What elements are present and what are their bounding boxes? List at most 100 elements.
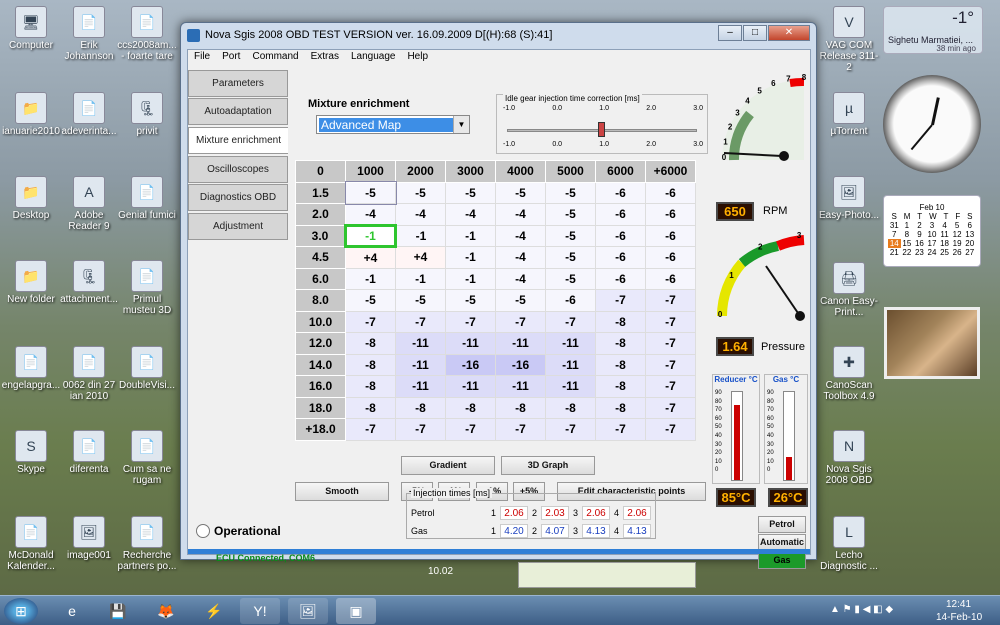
desktop-icon[interactable]: 📄 McDonald Kalender... bbox=[0, 516, 62, 572]
map-cell[interactable]: -4 bbox=[495, 246, 546, 269]
map-cell[interactable]: -5 bbox=[395, 289, 446, 312]
gradient-button[interactable]: Gradient bbox=[401, 456, 495, 475]
ie-taskbar-icon[interactable]: e bbox=[52, 598, 92, 624]
desktop-icon[interactable]: 📄 diferenta bbox=[58, 430, 120, 475]
gas-mode-button[interactable]: Gas bbox=[758, 552, 806, 569]
calendar-day[interactable]: 10 bbox=[926, 230, 939, 239]
map-cell[interactable]: -7 bbox=[645, 310, 696, 333]
map-cell[interactable]: -7 bbox=[645, 375, 696, 398]
calendar-day[interactable]: 14 bbox=[888, 239, 901, 248]
map-cell[interactable]: -6 bbox=[595, 267, 646, 290]
calendar-day[interactable]: 1 bbox=[901, 221, 914, 230]
tab-mixture-enrichment[interactable]: Mixture enrichment bbox=[188, 127, 288, 154]
map-cell[interactable]: -11 bbox=[545, 332, 596, 355]
calendar-day[interactable]: 3 bbox=[926, 221, 939, 230]
map-cell[interactable]: -11 bbox=[545, 353, 596, 376]
map-cell[interactable]: -1 bbox=[344, 223, 397, 248]
map-cell[interactable]: -1 bbox=[445, 267, 496, 290]
map-cell[interactable]: -1 bbox=[345, 267, 396, 290]
weather-gadget[interactable]: -1° Sighetu Marmatiei, ... 38 min ago bbox=[883, 6, 983, 54]
desktop-icon[interactable]: 📄 DoubleVisi... bbox=[116, 346, 178, 391]
map-cell[interactable]: -5 bbox=[545, 267, 596, 290]
map-cell[interactable]: -7 bbox=[345, 310, 396, 333]
map-cell[interactable]: -11 bbox=[395, 353, 446, 376]
desktop-icon[interactable]: ✚ CanoScan Toolbox 4.9 bbox=[818, 346, 880, 402]
tool-taskbar-icon[interactable]: ⚡ bbox=[194, 598, 234, 624]
save-taskbar-icon[interactable]: 💾 bbox=[98, 598, 138, 624]
calendar-day[interactable]: 24 bbox=[926, 248, 939, 257]
calendar-gadget[interactable]: Feb 10 SMTWTFS 31 1 2 3 4 5 6 7 8 9 10 11 12 13 14 15 16… bbox=[883, 195, 981, 267]
map-cell[interactable]: -7 bbox=[645, 289, 696, 312]
map-cell[interactable]: -5 bbox=[445, 181, 496, 204]
map-cell[interactable]: -8 bbox=[595, 353, 646, 376]
calendar-day[interactable]: 27 bbox=[963, 248, 976, 257]
map-cell[interactable]: -16 bbox=[495, 353, 546, 376]
tab-oscilloscopes[interactable]: Oscilloscopes bbox=[188, 156, 288, 183]
map-cell[interactable]: -8 bbox=[595, 396, 646, 419]
desktop-icon[interactable]: 📄 ccs2008am... - foarte tare bbox=[116, 6, 178, 62]
tab-diagnostics-obd[interactable]: Diagnostics OBD bbox=[188, 184, 288, 211]
calendar-day[interactable]: 16 bbox=[913, 239, 926, 248]
calendar-day[interactable]: 2 bbox=[913, 221, 926, 230]
map-cell[interactable]: -11 bbox=[395, 332, 446, 355]
calendar-day[interactable]: 12 bbox=[951, 230, 964, 239]
desktop-icon[interactable]: 📁 New folder bbox=[0, 260, 62, 305]
map-cell[interactable]: -5 bbox=[345, 289, 396, 312]
calendar-day[interactable]: 23 bbox=[913, 248, 926, 257]
desktop-icon[interactable]: 🗜 attachment... bbox=[58, 260, 120, 305]
map-cell[interactable]: -7 bbox=[595, 289, 646, 312]
yahoo-taskbar-icon[interactable]: Y! bbox=[240, 598, 280, 624]
calendar-day[interactable]: 19 bbox=[951, 239, 964, 248]
calendar-day[interactable]: 21 bbox=[888, 248, 901, 257]
map-cell[interactable]: -11 bbox=[395, 375, 446, 398]
map-cell[interactable]: -5 bbox=[495, 289, 546, 312]
calendar-day[interactable]: 20 bbox=[963, 239, 976, 248]
map-cell[interactable]: -7 bbox=[395, 418, 446, 441]
map-cell[interactable]: -6 bbox=[595, 181, 646, 204]
picture-taskbar-icon[interactable]: 🖼 bbox=[288, 598, 328, 624]
map-cell[interactable]: -1 bbox=[445, 224, 496, 247]
desktop-icon[interactable]: 🖥 Computer bbox=[0, 6, 62, 51]
map-cell[interactable]: +4 bbox=[345, 246, 396, 269]
map-cell[interactable]: +4 bbox=[395, 246, 446, 269]
desktop-icon[interactable]: 📄 Genial fumici bbox=[116, 176, 178, 221]
calendar-day[interactable]: 13 bbox=[963, 230, 976, 239]
map-cell[interactable]: -5 bbox=[344, 181, 397, 205]
map-cell[interactable]: -11 bbox=[495, 375, 546, 398]
map-cell[interactable]: -7 bbox=[545, 418, 596, 441]
map-cell[interactable]: -8 bbox=[595, 310, 646, 333]
title-bar[interactable]: Nova Sgis 2008 OBD TEST VERSION ver. 16.… bbox=[181, 23, 816, 49]
calendar-day[interactable]: 22 bbox=[901, 248, 914, 257]
map-cell[interactable]: -8 bbox=[495, 396, 546, 419]
calendar-day[interactable]: 25 bbox=[938, 248, 951, 257]
desktop-icon[interactable]: 📄 adeverinta... bbox=[58, 92, 120, 137]
calendar-day[interactable]: 18 bbox=[938, 239, 951, 248]
calendar-day[interactable]: 26 bbox=[951, 248, 964, 257]
calendar-day[interactable]: 17 bbox=[926, 239, 939, 248]
tray-icons[interactable]: ▲ ⚑ ▮ ◀ ◧ ◆ bbox=[830, 604, 893, 615]
map-cell[interactable]: -7 bbox=[595, 418, 646, 441]
map-cell[interactable]: -5 bbox=[395, 181, 446, 204]
petrol-mode-button[interactable]: Petrol bbox=[758, 516, 806, 533]
map-cell[interactable]: -7 bbox=[445, 310, 496, 333]
calendar-day[interactable]: 15 bbox=[901, 239, 914, 248]
calendar-day[interactable]: 4 bbox=[938, 221, 951, 230]
map-cell[interactable]: -6 bbox=[545, 289, 596, 312]
map-cell[interactable]: -8 bbox=[395, 396, 446, 419]
minimize-button[interactable]: – bbox=[718, 25, 742, 41]
desktop-icon[interactable]: 📄 Primul musteu 3D bbox=[116, 260, 178, 316]
map-cell[interactable]: -7 bbox=[645, 332, 696, 355]
menu-item-file[interactable]: File bbox=[194, 51, 210, 65]
desktop-icon[interactable]: 📁 Desktop bbox=[0, 176, 62, 221]
desktop-icon[interactable]: S Skype bbox=[0, 430, 62, 475]
map-cell[interactable]: -7 bbox=[645, 418, 696, 441]
calendar-day[interactable]: 8 bbox=[901, 230, 914, 239]
map-cell[interactable]: -1 bbox=[445, 246, 496, 269]
map-cell[interactable]: -5 bbox=[495, 181, 546, 204]
map-cell[interactable]: -5 bbox=[445, 289, 496, 312]
map-cell[interactable]: -7 bbox=[395, 310, 446, 333]
calendar-day[interactable]: 31 bbox=[888, 221, 901, 230]
menu-item-port[interactable]: Port bbox=[222, 51, 240, 65]
map-cell[interactable]: -8 bbox=[595, 375, 646, 398]
map-cell[interactable]: -4 bbox=[495, 203, 546, 226]
